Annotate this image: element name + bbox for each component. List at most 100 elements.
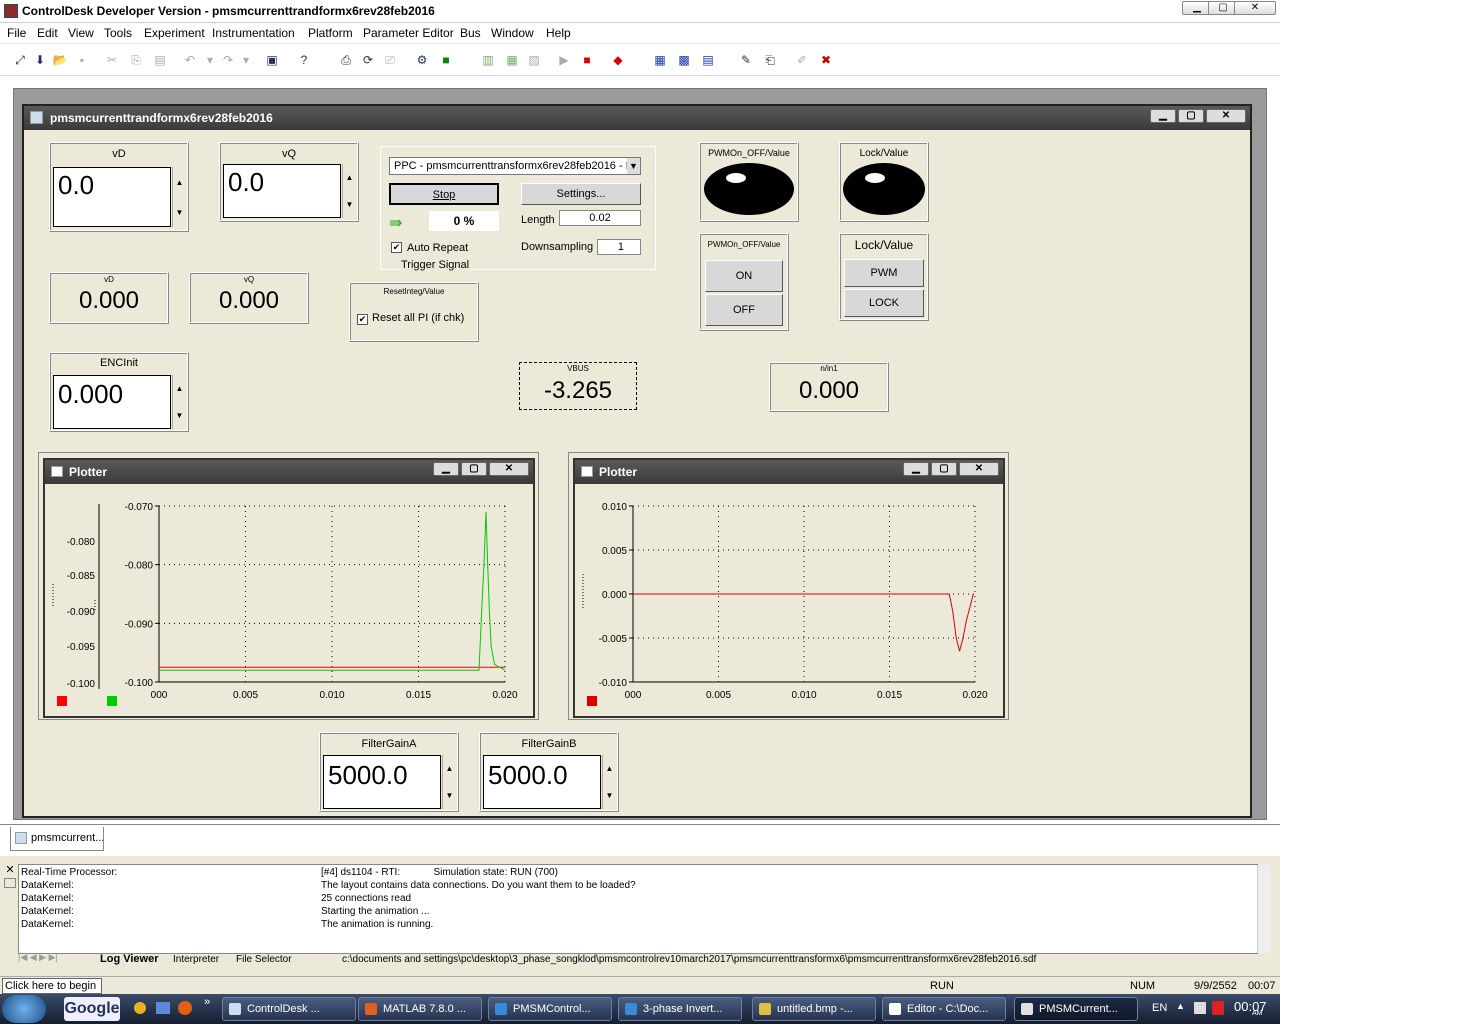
menu-window[interactable]: Window [491,26,534,40]
properties-icon[interactable]: ▣ [264,52,280,68]
open-folder-icon[interactable]: 📂 [52,52,68,68]
off-button[interactable]: OFF [705,294,783,326]
spin-down-icon[interactable]: ▼ [173,197,186,227]
menu-platform[interactable]: Platform [308,26,353,40]
log-nav-arrows[interactable]: |◀ ◀ ▶ ▶| [18,952,100,968]
menu-instrumentation[interactable]: Instrumentation [212,26,295,40]
plotter1-minimize-button[interactable]: ▁ [433,462,459,476]
menu-parameter-editor[interactable]: Parameter Editor [363,26,454,40]
vd-spinner[interactable]: ▲ ▼ [172,167,186,227]
google-search-button[interactable]: Google [64,997,120,1021]
task-controldesk[interactable]: ControlDesk ... [222,997,356,1021]
disconnect-icon[interactable]: ✖ [818,52,834,68]
plotter1-close-button[interactable]: ✕ [489,462,529,476]
arrange-icon[interactable]: ▤ [700,52,716,68]
download-icon[interactable]: ⬇ [32,52,48,68]
status-hint[interactable]: Click here to begin [2,978,102,994]
unload-application-icon[interactable]: ⎚ [382,52,398,68]
log-scrollbar[interactable] [1257,865,1271,953]
settings-button[interactable]: Settings... [521,183,641,205]
tab-log-viewer[interactable]: Log Viewer [100,953,158,965]
encinit-spinner[interactable]: ▲ ▼ [172,375,186,429]
stop-button[interactable]: Stop [389,183,499,205]
menu-help[interactable]: Help [546,26,571,40]
reload-application-icon[interactable]: ⟳ [360,52,376,68]
redo-dropdown-icon[interactable]: ▾ [238,52,254,68]
test-mode-icon[interactable]: ▦ [504,52,520,68]
pen-icon[interactable]: ✎ [738,52,754,68]
security-shield-icon[interactable] [1212,1001,1224,1015]
task-pmsmcurrent[interactable]: PMSMCurrent... [1014,997,1138,1021]
record-icon[interactable]: ◆ [610,52,626,68]
encinit-input[interactable]: 0.000 [53,375,171,429]
downsampling-input[interactable]: 1 [597,239,641,255]
on-button[interactable]: ON [705,260,783,292]
tile-icon[interactable]: ▦ [652,52,668,68]
edit-mode-icon[interactable]: ▧ [526,52,542,68]
filtergainb-spinner[interactable]: ▲ ▼ [602,755,616,809]
spin-down-icon[interactable]: ▼ [443,782,456,809]
tab-interpreter[interactable]: Interpreter [173,954,219,965]
undo-icon[interactable]: ↶ [182,52,198,68]
spin-down-icon[interactable]: ▼ [603,782,616,809]
firefox-icon[interactable] [178,1001,192,1015]
load-application-icon[interactable]: ⎙ [338,52,354,68]
task-untitled-bmp[interactable]: untitled.bmp -... [752,997,876,1021]
spin-down-icon[interactable]: ▼ [343,191,356,218]
spin-up-icon[interactable]: ▲ [603,755,616,782]
eraser-icon[interactable]: ✐ [794,52,810,68]
stop-icon[interactable]: ■ [579,52,595,68]
close-icon[interactable]: ✕ [4,864,16,876]
layout-close-button[interactable]: ✕ [1206,109,1246,123]
reset-pi-checkbox[interactable]: ✔ [357,314,368,325]
network-icon[interactable] [1194,1002,1206,1014]
paste-icon[interactable]: ▤ [152,52,168,68]
task-3phase-inverter[interactable]: 3-phase Invert... [618,997,742,1021]
animation-mode-icon[interactable]: ▥ [480,52,496,68]
spin-up-icon[interactable]: ▲ [443,755,456,782]
undo-dropdown-icon[interactable]: ▾ [202,52,218,68]
pwm-button[interactable]: PWM [844,259,924,287]
language-indicator[interactable]: EN [1152,1002,1167,1014]
connect-icon[interactable]: ⚙ [414,52,430,68]
spin-up-icon[interactable]: ▲ [343,164,356,191]
vq-input[interactable]: 0.0 [223,164,341,218]
spin-down-icon[interactable]: ▼ [173,402,186,429]
menu-file[interactable]: File [7,26,26,40]
menu-bus[interactable]: Bus [460,26,481,40]
plotter2-minimize-button[interactable]: ▁ [903,462,929,476]
cut-icon[interactable]: ✂ [104,52,120,68]
layout-maximize-button[interactable]: ▢ [1178,109,1204,123]
show-desktop-icon[interactable] [156,1002,170,1014]
play-icon[interactable]: ▶ [556,52,572,68]
task-pmsmcontrol[interactable]: PMSMControl... [488,997,612,1021]
vq-spinner[interactable]: ▲ ▼ [342,164,356,218]
quicklaunch-app-icon[interactable] [134,1002,146,1014]
menu-tools[interactable]: Tools [104,26,132,40]
menu-edit[interactable]: Edit [37,26,58,40]
platform-select[interactable]: PPC - pmsmcurrenttransformx6rev28feb2016… [389,157,641,175]
spin-up-icon[interactable]: ▲ [173,375,186,402]
copy-icon[interactable]: ⎘ [128,52,144,68]
vbus-display-panel[interactable]: VBUS -3.265 [519,362,637,410]
spin-up-icon[interactable]: ▲ [173,167,186,197]
task-matlab[interactable]: MATLAB 7.8.0 ... [358,997,482,1021]
save-icon[interactable]: ▪ [74,52,90,68]
tray-expand-icon[interactable]: ▲ [1176,1001,1185,1011]
dock-icon[interactable] [4,878,16,888]
quicklaunch-overflow-icon[interactable]: » [204,996,210,1008]
close-button[interactable]: ✕ [1234,1,1276,15]
task-editor[interactable]: Editor - C:\Doc... [882,997,1006,1021]
redo-icon[interactable]: ↷ [220,52,236,68]
menu-view[interactable]: View [68,26,94,40]
filtergaina-spinner[interactable]: ▲ ▼ [442,755,456,809]
plotter2-close-button[interactable]: ✕ [959,462,999,476]
plotter2-maximize-button[interactable]: ▢ [931,462,957,476]
cascade-icon[interactable]: ▩ [676,52,692,68]
context-help-icon[interactable]: ? [296,52,312,68]
lock-button[interactable]: LOCK [844,289,924,317]
vd-input[interactable]: 0.0 [53,167,171,227]
filtergaina-input[interactable]: 5000.0 [323,755,441,809]
instrument-icon[interactable]: ⎗ [762,52,778,68]
auto-repeat-checkbox[interactable]: ✔ [391,242,402,253]
